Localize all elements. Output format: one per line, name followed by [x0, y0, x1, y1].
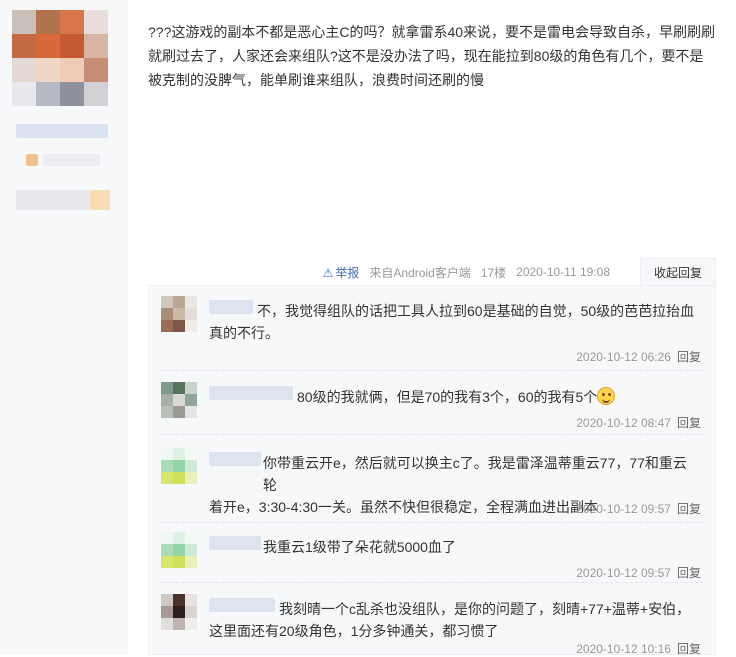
- reply-time: 2020-10-12 10:16: [576, 642, 671, 656]
- post-time: 2020-10-11 19:08: [516, 265, 610, 279]
- reply-username[interactable]: [209, 452, 261, 466]
- reply-text: 不，我觉得组队的话把工具人拉到60是基础的自觉，50级的芭芭拉抬血 真的不行。: [209, 303, 695, 341]
- reply-footer: 2020-10-12 06:26 回复: [576, 348, 701, 365]
- post-content: ???这游戏的副本不都是恶心主C的吗？就拿雷系40来说，要不是雷电会导致自杀，早…: [148, 24, 716, 88]
- reply-text: 80级的我就俩，但是70的我有3个，60的我有5个: [297, 386, 616, 408]
- post-source: 来自Android客户端: [369, 265, 471, 280]
- reply-text: 我刻晴一个c乱杀也没组队，是你的问题了，刻晴+77+温蒂+安伯， 这里面还有20级…: [209, 601, 691, 639]
- author-honor: [16, 190, 90, 210]
- reply-footer: 2020-10-12 10:16 回复: [576, 640, 701, 657]
- reply-button[interactable]: 回复: [677, 502, 701, 516]
- list-item: 我刻晴一个c乱杀也没组队，是你的问题了，刻晴+77+温蒂+安伯， 这里面还有20级…: [161, 584, 701, 656]
- list-item: 你带重云开e，然后就可以换主c了。我是雷泽温蒂重云77，77和重云轮 着开e，3:…: [161, 438, 701, 518]
- reply-time: 2020-10-12 08:47: [576, 416, 671, 430]
- reply-button[interactable]: 回复: [677, 642, 701, 656]
- reply-username[interactable]: [209, 300, 253, 314]
- reply-footer: 2020-10-12 09:57 回复: [576, 564, 701, 581]
- list-item: 80级的我就俩，但是70的我有3个，60的我有5个 2020-10-12 08:…: [161, 372, 701, 434]
- reply-username[interactable]: [209, 536, 261, 550]
- author-sidebar: [0, 0, 128, 655]
- list-item: 不，我觉得组队的话把工具人拉到60是基础的自觉，50级的芭芭拉抬血 真的不行。 2…: [161, 286, 701, 366]
- author-badge: [26, 154, 38, 166]
- warning-icon: ⚠: [322, 265, 334, 280]
- reply-list: 不，我觉得组队的话把工具人拉到60是基础的自觉，50级的芭芭拉抬血 真的不行。 2…: [148, 285, 716, 656]
- author-avatar[interactable]: [12, 10, 108, 106]
- reply-footer: 2020-10-12 08:47 回复: [576, 414, 701, 431]
- post-floor: 17楼: [480, 265, 507, 280]
- report-link[interactable]: ⚠ 举报: [323, 264, 360, 281]
- divider: [161, 370, 703, 371]
- divider: [161, 582, 703, 583]
- avatar[interactable]: [161, 532, 197, 568]
- author-honor-badge: [90, 190, 110, 210]
- reply-time: 2020-10-12 09:57: [576, 566, 671, 580]
- avatar[interactable]: [161, 382, 197, 418]
- reply-footer: 2020-10-12 09:57 回复: [576, 500, 701, 517]
- reply-button[interactable]: 回复: [677, 566, 701, 580]
- avatar[interactable]: [161, 296, 197, 332]
- divider: [161, 434, 703, 435]
- reply-time: 2020-10-12 09:57: [576, 502, 671, 516]
- reply-button[interactable]: 回复: [677, 416, 701, 430]
- collapse-replies-button[interactable]: 收起回复: [640, 258, 716, 286]
- author-level: [42, 154, 100, 166]
- avatar[interactable]: [161, 594, 197, 630]
- list-item: 我重云1级带了朵花就5000血了 2020-10-12 09:57 回复: [161, 522, 701, 584]
- reply-username[interactable]: [209, 386, 293, 400]
- avatar[interactable]: [161, 448, 197, 484]
- reply-button[interactable]: 回复: [677, 350, 701, 364]
- reply-username[interactable]: [209, 598, 275, 612]
- smiley-emoji-icon: [597, 387, 616, 405]
- reply-text: 我重云1级带了朵花就5000血了: [263, 539, 456, 555]
- author-name[interactable]: [16, 124, 108, 138]
- reply-time: 2020-10-12 06:26: [576, 350, 671, 364]
